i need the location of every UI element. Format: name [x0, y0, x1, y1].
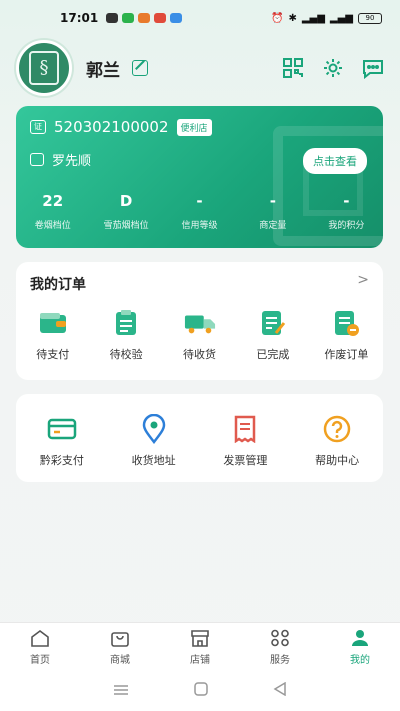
orders-panel: 我的订单 > 待支付 待校验 待收货 已完成 作废订单: [16, 262, 383, 380]
card-icon: [46, 414, 78, 444]
stat-item[interactable]: - 商定量: [236, 192, 309, 231]
gear-icon[interactable]: [320, 55, 346, 81]
battery-icon: 90: [358, 12, 382, 24]
back-icon[interactable]: [273, 681, 287, 700]
stat-label: 卷烟档位: [34, 221, 71, 231]
order-pending-check[interactable]: 待校验: [89, 308, 162, 362]
license-card: 证 520302100002 便利店 罗先顺 点击查看 22 卷烟档位 D 雪茄烟档…: [16, 106, 383, 248]
owner-name: 罗先顺: [52, 154, 92, 169]
license-icon: 证: [30, 120, 46, 134]
tab-mall[interactable]: 商城: [80, 623, 160, 670]
order-label: 待校验: [109, 348, 143, 361]
orders-title: 我的订单: [30, 277, 86, 293]
avatar[interactable]: §: [16, 40, 72, 96]
wechat-icon: [122, 13, 135, 23]
truck-icon: [184, 308, 216, 338]
license-row: 证 520302100002 便利店: [30, 118, 212, 136]
service-help[interactable]: 帮助中心: [291, 414, 383, 468]
user-icon: [349, 628, 371, 648]
stat-label: 我的积分: [328, 221, 365, 231]
invoice-icon: [229, 414, 261, 444]
stat-item[interactable]: - 信用等级: [163, 192, 236, 231]
order-label: 作废订单: [324, 348, 369, 361]
location-icon: [138, 414, 170, 444]
stat-item[interactable]: D 雪茄烟档位: [89, 192, 162, 231]
stat-item[interactable]: - 我的积分: [310, 192, 383, 231]
tab-label: 店铺: [190, 654, 210, 666]
done-doc-icon: [257, 308, 289, 338]
stat-value: -: [196, 192, 203, 210]
status-bar: 17:01 ⏰ ✱ ▂▄▆ ▂▄▆ 90: [0, 0, 400, 36]
bottom-tab-bar: 首页 商城 店铺 服务 我的: [0, 622, 400, 670]
stat-value: 22: [42, 192, 64, 210]
order-label: 待支付: [36, 348, 70, 361]
order-pending-payment[interactable]: 待支付: [16, 308, 89, 362]
clock: 17:01: [60, 11, 99, 25]
tab-label: 首页: [30, 654, 50, 666]
wallet-icon: [37, 308, 69, 338]
tab-mine[interactable]: 我的: [320, 623, 400, 670]
order-completed[interactable]: 已完成: [236, 308, 309, 362]
stat-label: 雪茄烟档位: [103, 221, 149, 231]
service-label: 黔彩支付: [39, 454, 84, 467]
services-panel: 黔彩支付 收货地址 发票管理 帮助中心: [16, 394, 383, 482]
notification-icons: [106, 13, 183, 23]
clipboard-icon: [110, 308, 142, 338]
service-invoice[interactable]: 发票管理: [200, 414, 292, 468]
chevron-right-icon[interactable]: >: [357, 272, 369, 288]
license-number: 520302100002: [54, 118, 169, 136]
tab-label: 服务: [270, 654, 290, 666]
profile-header: § 郭兰: [16, 40, 386, 96]
grid-icon: [269, 628, 291, 648]
tab-home[interactable]: 首页: [0, 623, 80, 670]
service-label: 帮助中心: [315, 454, 360, 467]
message-icon[interactable]: [360, 55, 386, 81]
store-type-badge: 便利店: [176, 118, 212, 136]
store-icon: [189, 628, 211, 648]
stat-item[interactable]: 22 卷烟档位: [16, 192, 89, 231]
tab-service[interactable]: 服务: [240, 623, 320, 670]
logo-icon: §: [29, 51, 59, 85]
order-voided[interactable]: 作废订单: [310, 308, 383, 362]
stat-label: 商定量: [259, 221, 287, 231]
bluetooth-icon: ✱: [288, 12, 297, 24]
service-label: 发票管理: [223, 454, 268, 467]
service-address[interactable]: 收货地址: [108, 414, 200, 468]
app-icon: [170, 13, 183, 23]
void-doc-icon: [330, 308, 362, 338]
stat-value: D: [119, 192, 133, 210]
home-button-icon[interactable]: [194, 681, 208, 700]
service-label: 收货地址: [131, 454, 176, 467]
help-icon: [321, 414, 353, 444]
stat-value: -: [269, 192, 277, 210]
owner-row: 罗先顺: [30, 150, 91, 169]
order-label: 待收货: [183, 348, 217, 361]
view-details-button[interactable]: 点击查看: [303, 148, 367, 174]
notification-icon: [106, 13, 119, 23]
bag-icon: [109, 628, 131, 648]
order-pending-receipt[interactable]: 待收货: [163, 308, 236, 362]
app-icon: [138, 13, 151, 23]
system-nav-bar: [0, 670, 400, 711]
home-icon: [29, 628, 51, 648]
edit-icon[interactable]: [132, 60, 148, 76]
tab-store[interactable]: 店铺: [160, 623, 240, 670]
store-icon: [30, 153, 44, 166]
stat-value: -: [343, 192, 350, 210]
menu-icon[interactable]: [113, 681, 129, 700]
alarm-icon: ⏰: [271, 12, 284, 24]
tab-label: 商城: [110, 654, 130, 666]
order-label: 已完成: [256, 348, 290, 361]
app-icon: [154, 13, 167, 23]
stats-row: 22 卷烟档位 D 雪茄烟档位 - 信用等级 - 商定量 - 我的积分: [16, 192, 383, 231]
stat-label: 信用等级: [181, 221, 218, 231]
signal-icon: ▂▄▆: [301, 12, 325, 24]
tab-label: 我的: [350, 654, 370, 666]
signal-icon: ▂▄▆: [329, 12, 353, 24]
service-qiancai-pay[interactable]: 黔彩支付: [16, 414, 108, 468]
system-icons: ⏰ ✱ ▂▄▆ ▂▄▆ 90: [271, 12, 382, 24]
username: 郭兰: [86, 60, 120, 81]
scan-icon[interactable]: [280, 55, 306, 81]
